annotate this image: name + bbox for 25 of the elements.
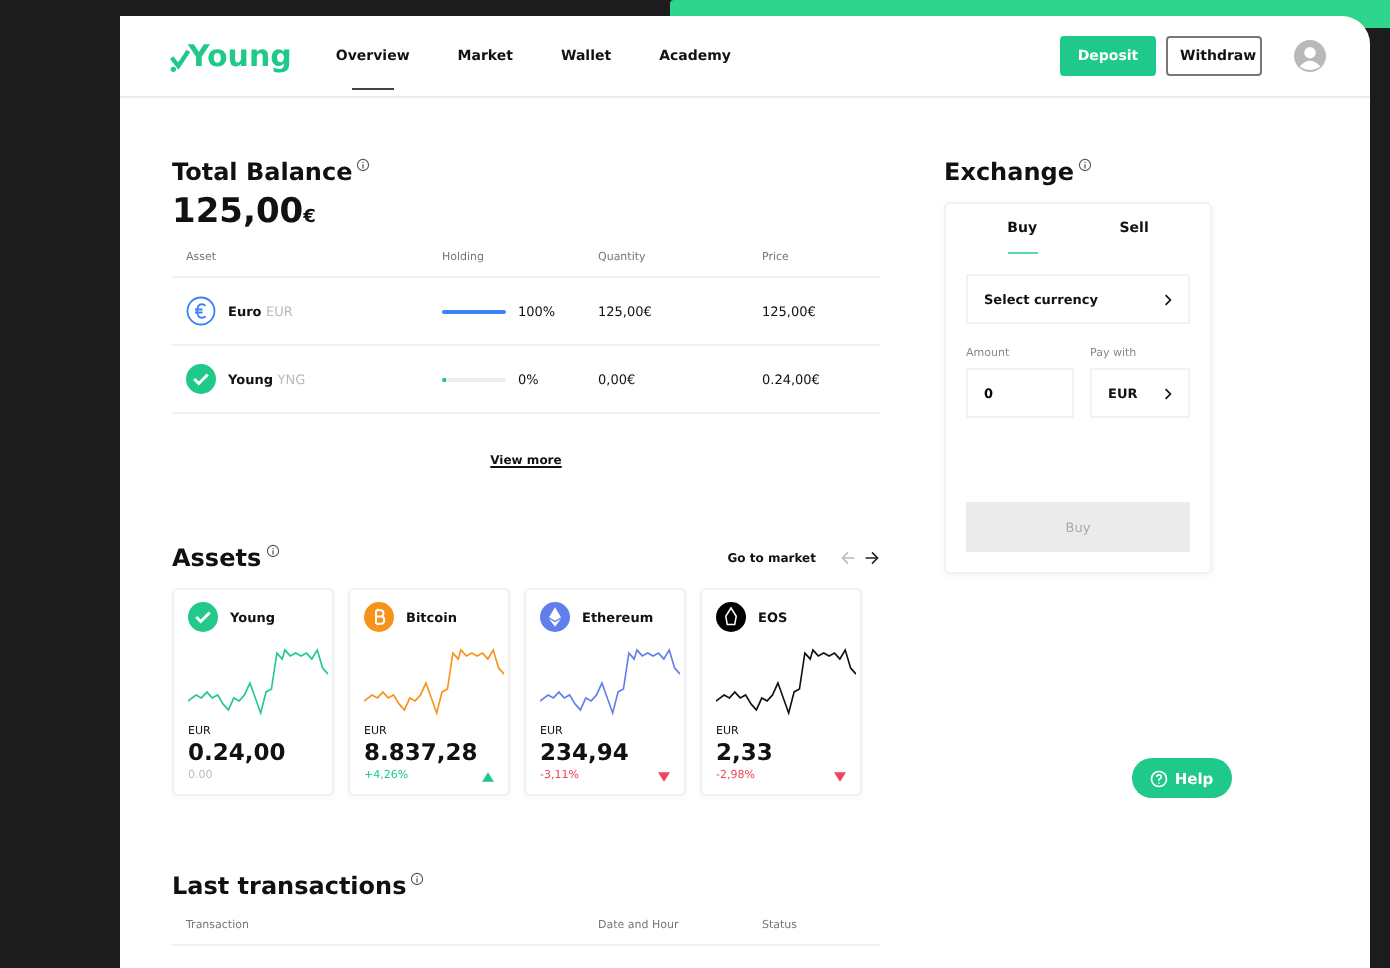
check-icon bbox=[186, 364, 216, 394]
help-icon bbox=[1150, 769, 1169, 787]
down-triangle-icon bbox=[834, 771, 846, 781]
section-title: Last transactions bbox=[172, 872, 407, 900]
info-icon[interactable] bbox=[356, 158, 371, 172]
section-title: Assets bbox=[172, 544, 262, 572]
info-icon[interactable] bbox=[1077, 158, 1092, 172]
asset-price: 0.24,00 bbox=[188, 738, 288, 766]
balance-amount: 125,00€ bbox=[172, 192, 318, 232]
info-icon[interactable] bbox=[410, 872, 425, 886]
bitcoin-icon bbox=[364, 602, 394, 632]
chevron-right-icon bbox=[1164, 293, 1172, 305]
chevron-right-icon bbox=[1164, 387, 1172, 399]
coin-icon bbox=[716, 602, 746, 632]
asset-price: 2,33 bbox=[716, 738, 775, 766]
up-triangle-icon bbox=[482, 771, 494, 781]
down-triangle-icon bbox=[658, 771, 670, 781]
info-icon[interactable] bbox=[265, 544, 280, 558]
asset-price: 8.837,28 bbox=[364, 738, 480, 766]
section-title: Exchange bbox=[944, 158, 1074, 186]
euro-icon bbox=[186, 296, 216, 326]
right-arrow-icon[interactable] bbox=[864, 550, 880, 566]
asset-price: 234,94 bbox=[540, 738, 631, 766]
section-title: Total Balance bbox=[172, 158, 353, 186]
check-icon bbox=[188, 602, 218, 632]
